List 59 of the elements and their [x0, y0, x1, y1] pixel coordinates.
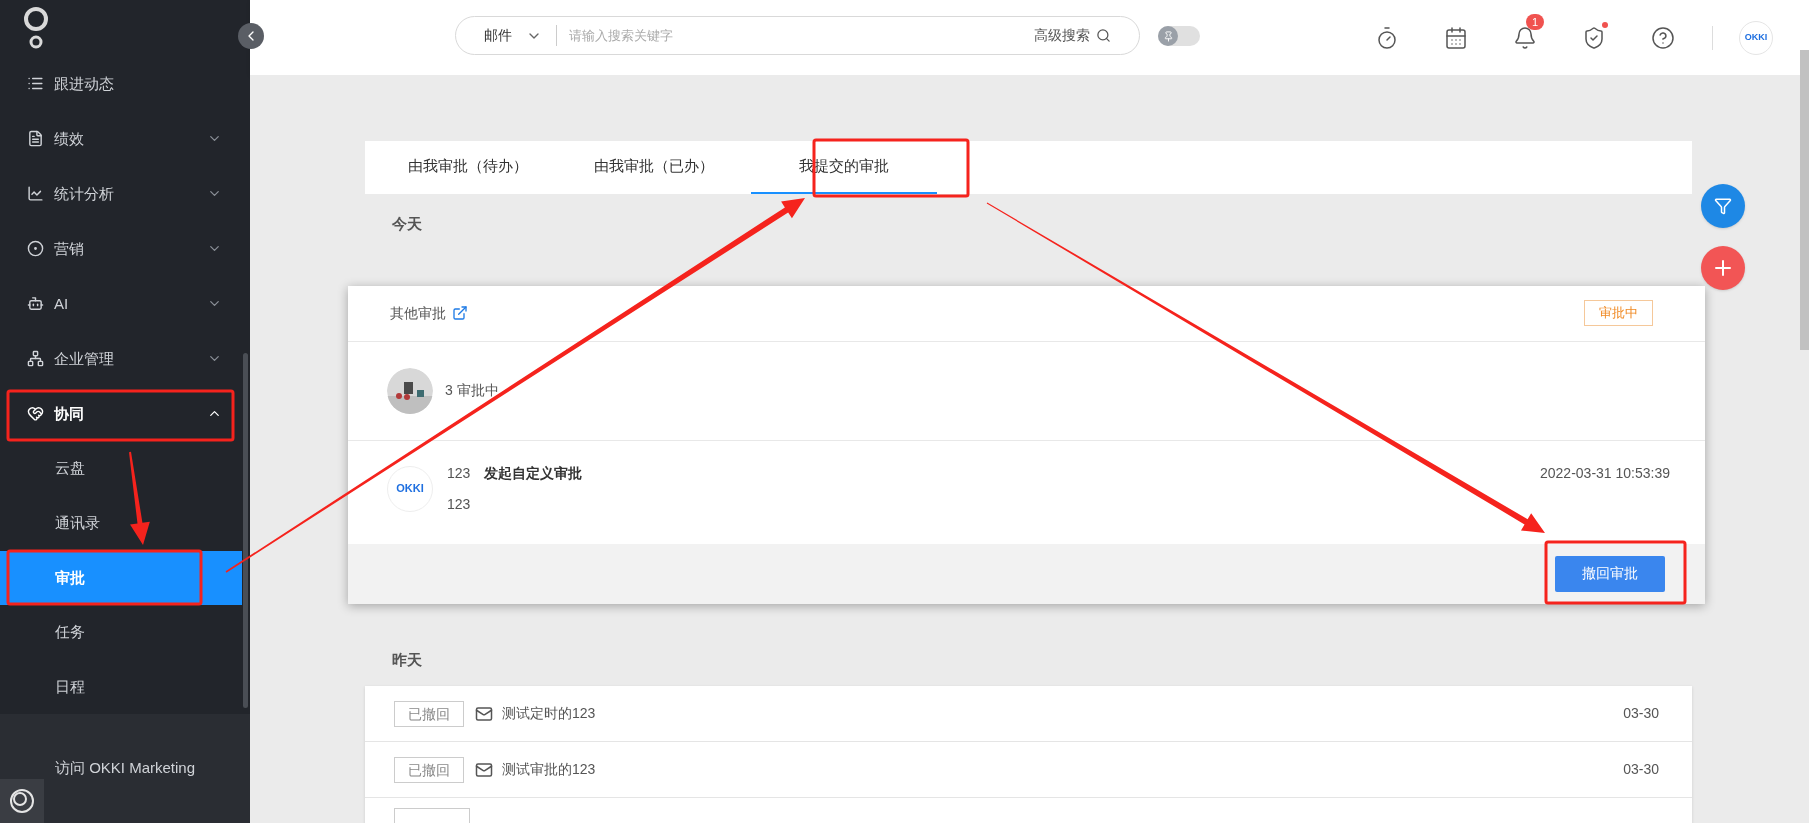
theme-button[interactable] [0, 779, 44, 823]
row-title: 测试定时的123 [502, 704, 596, 723]
tab[interactable]: 由我审批（待办） [375, 141, 561, 194]
line-chart-icon [27, 185, 44, 203]
document-icon [27, 130, 44, 148]
mail-icon [475, 760, 493, 779]
target-icon [27, 240, 44, 258]
bell-icon [1513, 26, 1537, 50]
filter-button[interactable] [1701, 184, 1745, 228]
pin-icon [1162, 30, 1174, 42]
notification-badge: 1 [1526, 14, 1545, 30]
add-button[interactable] [1701, 246, 1745, 290]
sidebar-subitem[interactable]: 通讯录 [0, 495, 242, 551]
status-tag: 已撤回 [394, 756, 464, 783]
approval-body: 123 [447, 494, 471, 514]
mail-icon [475, 704, 493, 723]
sidebar-item[interactable]: 营销 [0, 221, 250, 277]
sidebar-item[interactable]: 绩效 [0, 111, 250, 167]
sidebar-item[interactable]: 协同 [0, 386, 250, 442]
approval-title: 发起自定义审批 [484, 463, 583, 483]
approval-row[interactable]: 已撤回 测试定时的123 03-30 [365, 686, 1692, 742]
search-input[interactable]: 请输入搜索关键字 [569, 25, 1034, 46]
calendar-icon [1444, 26, 1468, 50]
external-link-icon[interactable] [452, 305, 468, 321]
timestamp: 2022-03-31 10:53:39 [1540, 463, 1670, 483]
row-title: 测试审批的123 [502, 760, 596, 779]
hierarchy-icon [27, 350, 44, 368]
sidebar-item[interactable]: AI [0, 276, 250, 332]
tab[interactable]: 由我审批（已办） [561, 141, 747, 194]
row-date: 03-30 [1623, 760, 1659, 779]
author-name: 123 [447, 463, 471, 483]
sidebar-item[interactable]: 统计分析 [0, 166, 250, 222]
section-heading: 今天 [392, 214, 422, 234]
row-date: 03-30 [1623, 704, 1659, 723]
status-tag: 已撤回 [394, 700, 464, 727]
robot-icon [27, 295, 44, 313]
search-scope-select[interactable]: 邮件 [484, 25, 557, 46]
marketing-link[interactable]: 访问 OKKI Marketing [54, 757, 195, 780]
scrollbar-thumb[interactable] [243, 353, 248, 709]
sidebar-item[interactable]: 企业管理 [0, 331, 250, 387]
help-icon [1651, 26, 1675, 50]
pin-toggle[interactable] [1158, 26, 1200, 46]
sidebar-subitem[interactable]: 云盘 [0, 441, 242, 496]
sidebar-subitem[interactable]: 任务 [0, 605, 242, 660]
search-icon [1096, 28, 1111, 43]
filter-icon [1714, 197, 1732, 215]
moon-circle-icon [9, 788, 35, 814]
status-tag: 审批中 [1584, 300, 1653, 326]
sidebar-item[interactable]: 跟进动态 [0, 56, 250, 112]
shield-icon [1582, 26, 1606, 50]
timer-icon [1375, 26, 1399, 50]
approval-row[interactable]: 已撤回 测试审批的123 03-30 [365, 742, 1692, 798]
approval-source: 其他审批 [390, 303, 446, 323]
tab[interactable]: 我提交的审批 [751, 141, 937, 194]
advanced-search-link[interactable]: 高级搜索 [1034, 25, 1090, 46]
sidebar-subitem[interactable]: 日程 [0, 659, 242, 715]
section-heading: 昨天 [392, 649, 422, 670]
withdraw-button[interactable]: 撤回审批 [1555, 555, 1665, 592]
scrollbar-thumb[interactable] [1800, 50, 1809, 350]
